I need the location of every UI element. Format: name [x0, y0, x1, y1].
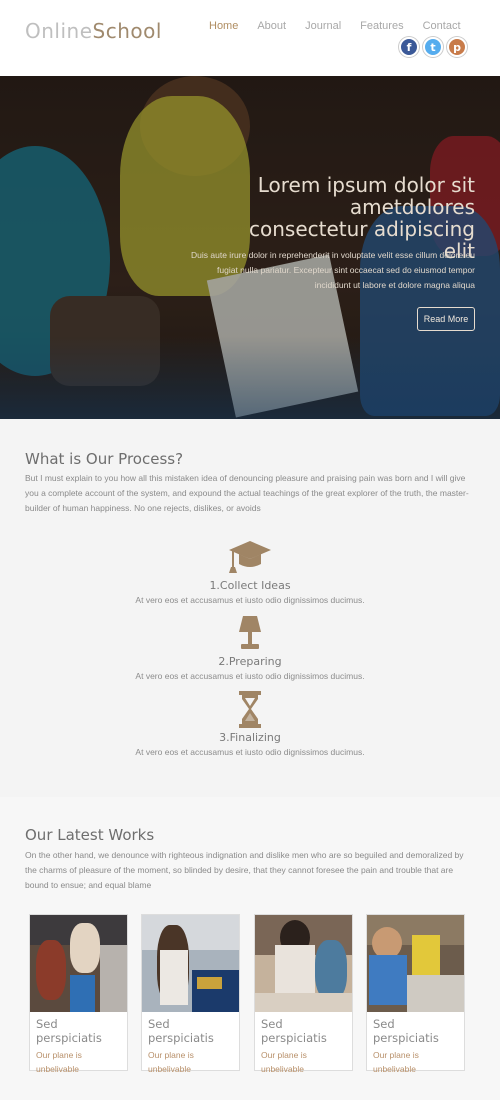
work-caption: Sed perspiciatis [148, 1017, 214, 1045]
step-name: 2.Preparing [218, 655, 282, 668]
twitter-icon[interactable]: t [423, 37, 443, 57]
nav-item-home[interactable]: Home [209, 20, 238, 32]
hero-description: Duis aute irure dolor in reprehenderit i… [191, 250, 475, 290]
process-description: But I must explain to you how all this m… [25, 473, 469, 513]
works-title: Our Latest Works [25, 826, 155, 844]
step-name: 1.Collect Ideas [209, 579, 291, 592]
logo-part-online: Online [25, 19, 93, 43]
work-card[interactable]: Sed perspiciatis Our plane is unbelivabl… [29, 914, 128, 1074]
work-caption: Sed perspiciatis [261, 1017, 327, 1045]
work-photo [30, 915, 127, 1012]
work-subcaption: Our plane is unbelivable [261, 1050, 307, 1074]
works-section: Our Latest Works On the other hand, we d… [0, 797, 500, 1100]
work-subcaption: Our plane is unbelivable [148, 1050, 194, 1074]
read-more-button[interactable]: Read More [417, 307, 475, 331]
work-caption: Sed perspiciatis [373, 1017, 439, 1045]
hourglass-icon [228, 691, 272, 729]
process-step: 1.Collect Ideas At vero eos et accusamus… [0, 539, 500, 605]
nav-item-features[interactable]: Features [360, 20, 403, 32]
work-photo [255, 915, 352, 1012]
nav-item-contact[interactable]: Contact [423, 20, 461, 32]
work-photo [142, 915, 239, 1012]
hero-banner: Lorem ipsum dolor sit ametdolores consec… [0, 76, 500, 419]
process-title: What is Our Process? [25, 450, 184, 468]
process-step: 3.Finalizing At vero eos et accusamus et… [0, 691, 500, 757]
work-subcaption: Our plane is unbelivable [373, 1050, 419, 1074]
step-description: At vero eos et accusamus et iusto odio d… [135, 595, 365, 605]
work-photo [367, 915, 464, 1012]
social-links: f t p [399, 37, 467, 57]
work-card[interactable]: Sed perspiciatis Our plane is unbelivabl… [141, 914, 240, 1074]
pinterest-icon[interactable]: p [447, 37, 467, 57]
work-caption: Sed perspiciatis [36, 1017, 102, 1045]
site-logo[interactable]: OnlineSchool [25, 19, 162, 43]
nav-item-journal[interactable]: Journal [305, 20, 341, 32]
process-section: What is Our Process? But I must explain … [0, 419, 500, 797]
graduation-cap-icon [228, 539, 272, 577]
main-nav: Home About Journal Features Contact [209, 20, 480, 32]
logo-part-school: School [92, 19, 162, 43]
facebook-icon[interactable]: f [399, 37, 419, 57]
works-description: On the other hand, we denounce with righ… [25, 850, 464, 890]
work-card[interactable]: Sed perspiciatis Our plane is unbelivabl… [254, 914, 353, 1074]
step-description: At vero eos et accusamus et iusto odio d… [135, 747, 365, 757]
lamp-icon [228, 615, 272, 653]
step-description: At vero eos et accusamus et iusto odio d… [135, 671, 365, 681]
hero-title-line: Lorem ipsum dolor sit [257, 173, 475, 197]
work-card[interactable]: Sed perspiciatis Our plane is unbelivabl… [366, 914, 465, 1074]
hero-title-line: ametdolores [349, 195, 475, 219]
nav-item-about[interactable]: About [257, 20, 286, 32]
step-name: 3.Finalizing [219, 731, 281, 744]
process-step: 2.Preparing At vero eos et accusamus et … [0, 615, 500, 681]
work-subcaption: Our plane is unbelivable [36, 1050, 82, 1074]
site-header: OnlineSchool Home About Journal Features… [0, 0, 500, 76]
